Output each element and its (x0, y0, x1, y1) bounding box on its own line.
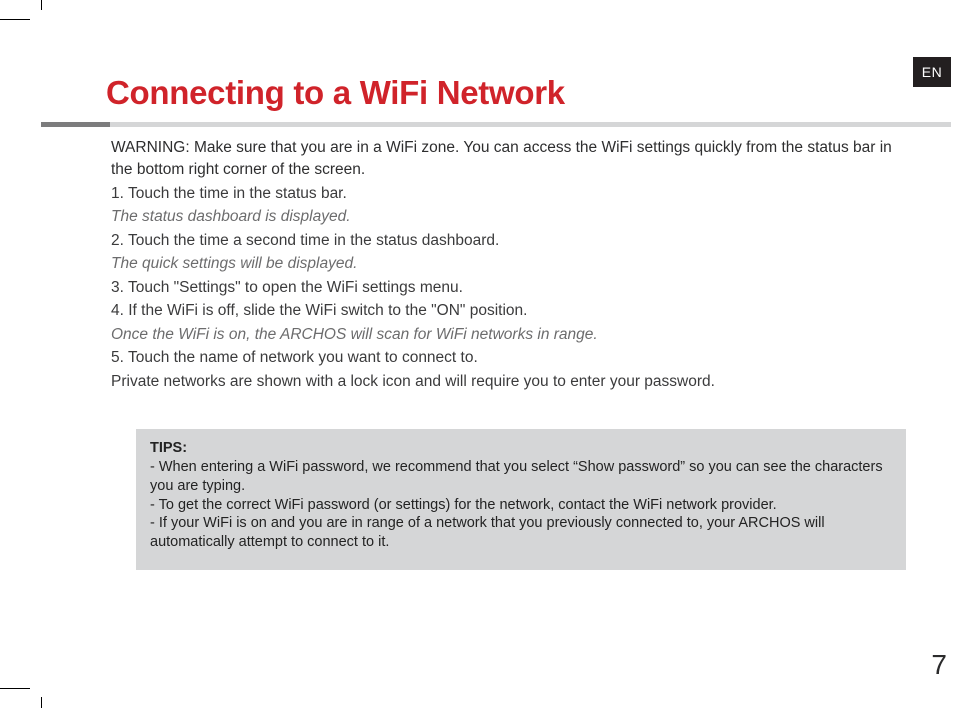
tip-2: - To get the correct WiFi password (or s… (150, 496, 892, 515)
step-4: 4. If the WiFi is off, slide the WiFi sw… (111, 300, 906, 322)
body-text: WARNING: Make sure that you are in a WiF… (111, 137, 906, 394)
step-2-result: The quick settings will be displayed. (111, 253, 906, 275)
title-rule (110, 122, 951, 127)
tip-1: - When entering a WiFi password, we reco… (150, 458, 892, 496)
crop-mark (0, 19, 30, 20)
step-3: 3. Touch "Settings" to open the WiFi set… (111, 277, 906, 299)
crop-mark (41, 697, 42, 708)
step-1-result: The status dashboard is displayed. (111, 206, 906, 228)
private-network-note: Private networks are shown with a lock i… (111, 371, 906, 393)
tips-heading: TIPS: (150, 439, 892, 458)
step-4-result: Once the WiFi is on, the ARCHOS will sca… (111, 324, 906, 346)
page-number: 7 (931, 649, 947, 681)
manual-page: EN Connecting to a WiFi Network WARNING:… (41, 19, 951, 689)
tip-3: - If your WiFi is on and you are in rang… (150, 514, 892, 552)
crop-mark (0, 688, 30, 689)
step-5: 5. Touch the name of network you want to… (111, 347, 906, 369)
language-tab: EN (913, 57, 951, 87)
tips-box: TIPS: - When entering a WiFi password, w… (136, 429, 906, 570)
crop-mark (41, 0, 42, 10)
title-rule-accent (41, 122, 110, 127)
step-1: 1. Touch the time in the status bar. (111, 183, 906, 205)
page-title: Connecting to a WiFi Network (106, 74, 565, 112)
step-2: 2. Touch the time a second time in the s… (111, 230, 906, 252)
warning-text: WARNING: Make sure that you are in a WiF… (111, 137, 906, 182)
